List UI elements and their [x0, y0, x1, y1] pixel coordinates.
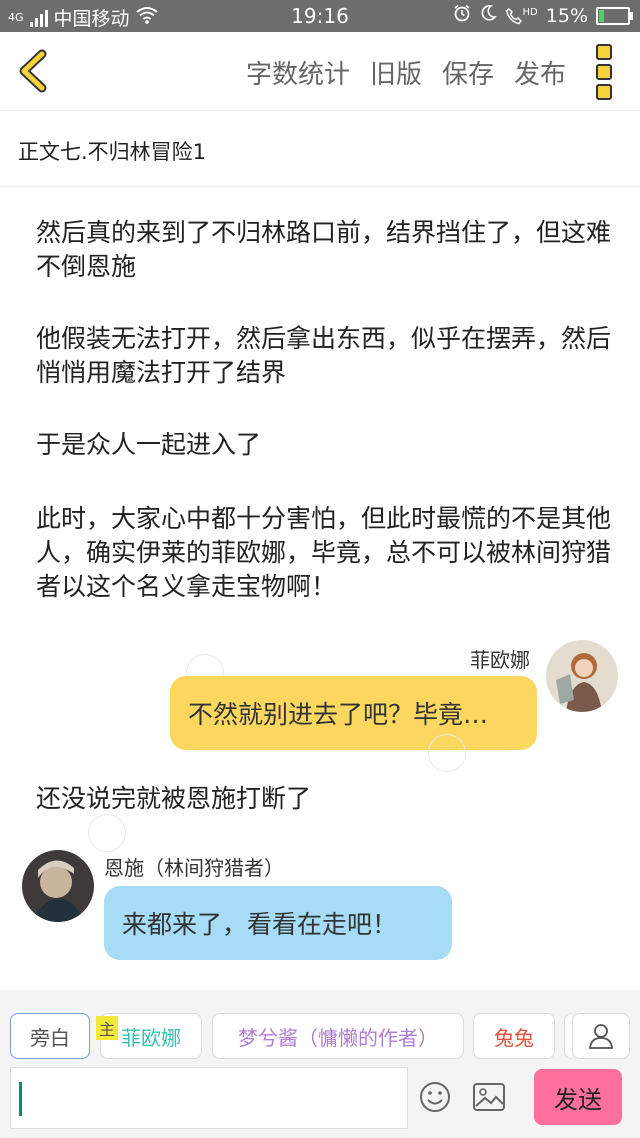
moon-icon — [479, 4, 497, 27]
avatar-image — [22, 850, 94, 922]
battery-percent: 15% — [545, 4, 588, 27]
role-label: 兔兔 — [494, 1025, 534, 1050]
narration-paragraph[interactable]: 他假装无法打开，然后拿出东西，似乎在摆弄，然后悄悄用魔法打开了结界 — [36, 322, 616, 390]
send-button[interactable]: 发送 — [534, 1069, 622, 1125]
chat-bubble[interactable]: 来都来了，看看在走吧！ — [104, 886, 452, 960]
narration-paragraph[interactable]: 然后真的来到了不归林路口前，结界挡住了，但这难不倒恩施 — [36, 216, 616, 284]
status-right: HD 15% — [453, 4, 633, 27]
chat-bubble[interactable]: 不然就别进去了吧？毕竟… — [170, 676, 537, 750]
image-button[interactable] — [472, 1082, 506, 1116]
publish-button[interactable]: 发布 — [514, 54, 566, 91]
role-label: 菲欧娜 — [121, 1025, 181, 1050]
message-input[interactable] — [10, 1067, 408, 1129]
role-narrator[interactable]: 旁白 — [10, 1013, 90, 1059]
image-icon — [473, 1083, 505, 1111]
avatar-image — [546, 640, 618, 712]
old-version-button[interactable]: 旧版 — [370, 54, 422, 91]
text-caret — [19, 1082, 22, 1116]
emoji-button[interactable] — [418, 1080, 452, 1118]
smiley-icon — [420, 1082, 450, 1112]
word-count-button[interactable]: 字数统计 — [246, 54, 350, 91]
person-icon — [589, 1024, 613, 1049]
speaker-name: 菲欧娜 — [470, 648, 530, 672]
toolbar-actions: 字数统计 旧版 保存 发布 — [246, 54, 566, 91]
battery-icon — [596, 6, 633, 25]
role-tutu[interactable]: 兔兔 — [473, 1013, 555, 1059]
speaker-name: 恩施（林间狩猎者） — [104, 856, 284, 880]
narration-paragraph[interactable]: 于是众人一起进入了 — [36, 428, 616, 462]
chat-bubble-text: 来都来了，看看在走吧！ — [122, 910, 398, 939]
chat-bubble-text: 不然就别进去了吧？毕竟… — [188, 700, 489, 729]
editor-toolbar: 字数统计 旧版 保存 发布 — [0, 32, 640, 111]
battery-fill — [599, 9, 604, 22]
narration-paragraph[interactable]: 此时，大家心中都十分害怕，但此时最慌的不是其他人，确实伊莱的菲欧娜，毕竟，总不可… — [36, 502, 616, 604]
host-badge: 主 — [96, 1016, 118, 1040]
more-menu-icon[interactable] — [596, 44, 614, 100]
hd-label: HD — [522, 6, 538, 18]
chevron-left-icon — [19, 49, 47, 93]
avatar-fiona[interactable] — [546, 640, 618, 712]
status-bar: 4G 中国移动 19:16 HD 15% — [0, 0, 640, 32]
hd-call-icon: HD — [505, 7, 538, 25]
avatar-enshi[interactable] — [22, 850, 94, 922]
chapter-title[interactable]: 正文七.不归林冒险1 — [18, 136, 206, 166]
narration-paragraph[interactable]: 还没说完就被恩施打断了 — [36, 782, 616, 816]
ghost-circle — [428, 734, 466, 772]
save-button[interactable]: 保存 — [442, 54, 494, 91]
divider — [0, 186, 640, 187]
role-label: 梦兮酱（慵懒的作者） — [238, 1025, 438, 1050]
role-author[interactable]: 梦兮酱（慵懒的作者） — [212, 1013, 464, 1059]
ghost-circle — [88, 814, 126, 852]
alarm-icon — [453, 4, 471, 27]
add-role-button[interactable] — [572, 1013, 630, 1059]
back-button[interactable] — [14, 48, 54, 94]
role-partial[interactable] — [564, 1013, 572, 1059]
role-label: 旁白 — [30, 1025, 70, 1050]
